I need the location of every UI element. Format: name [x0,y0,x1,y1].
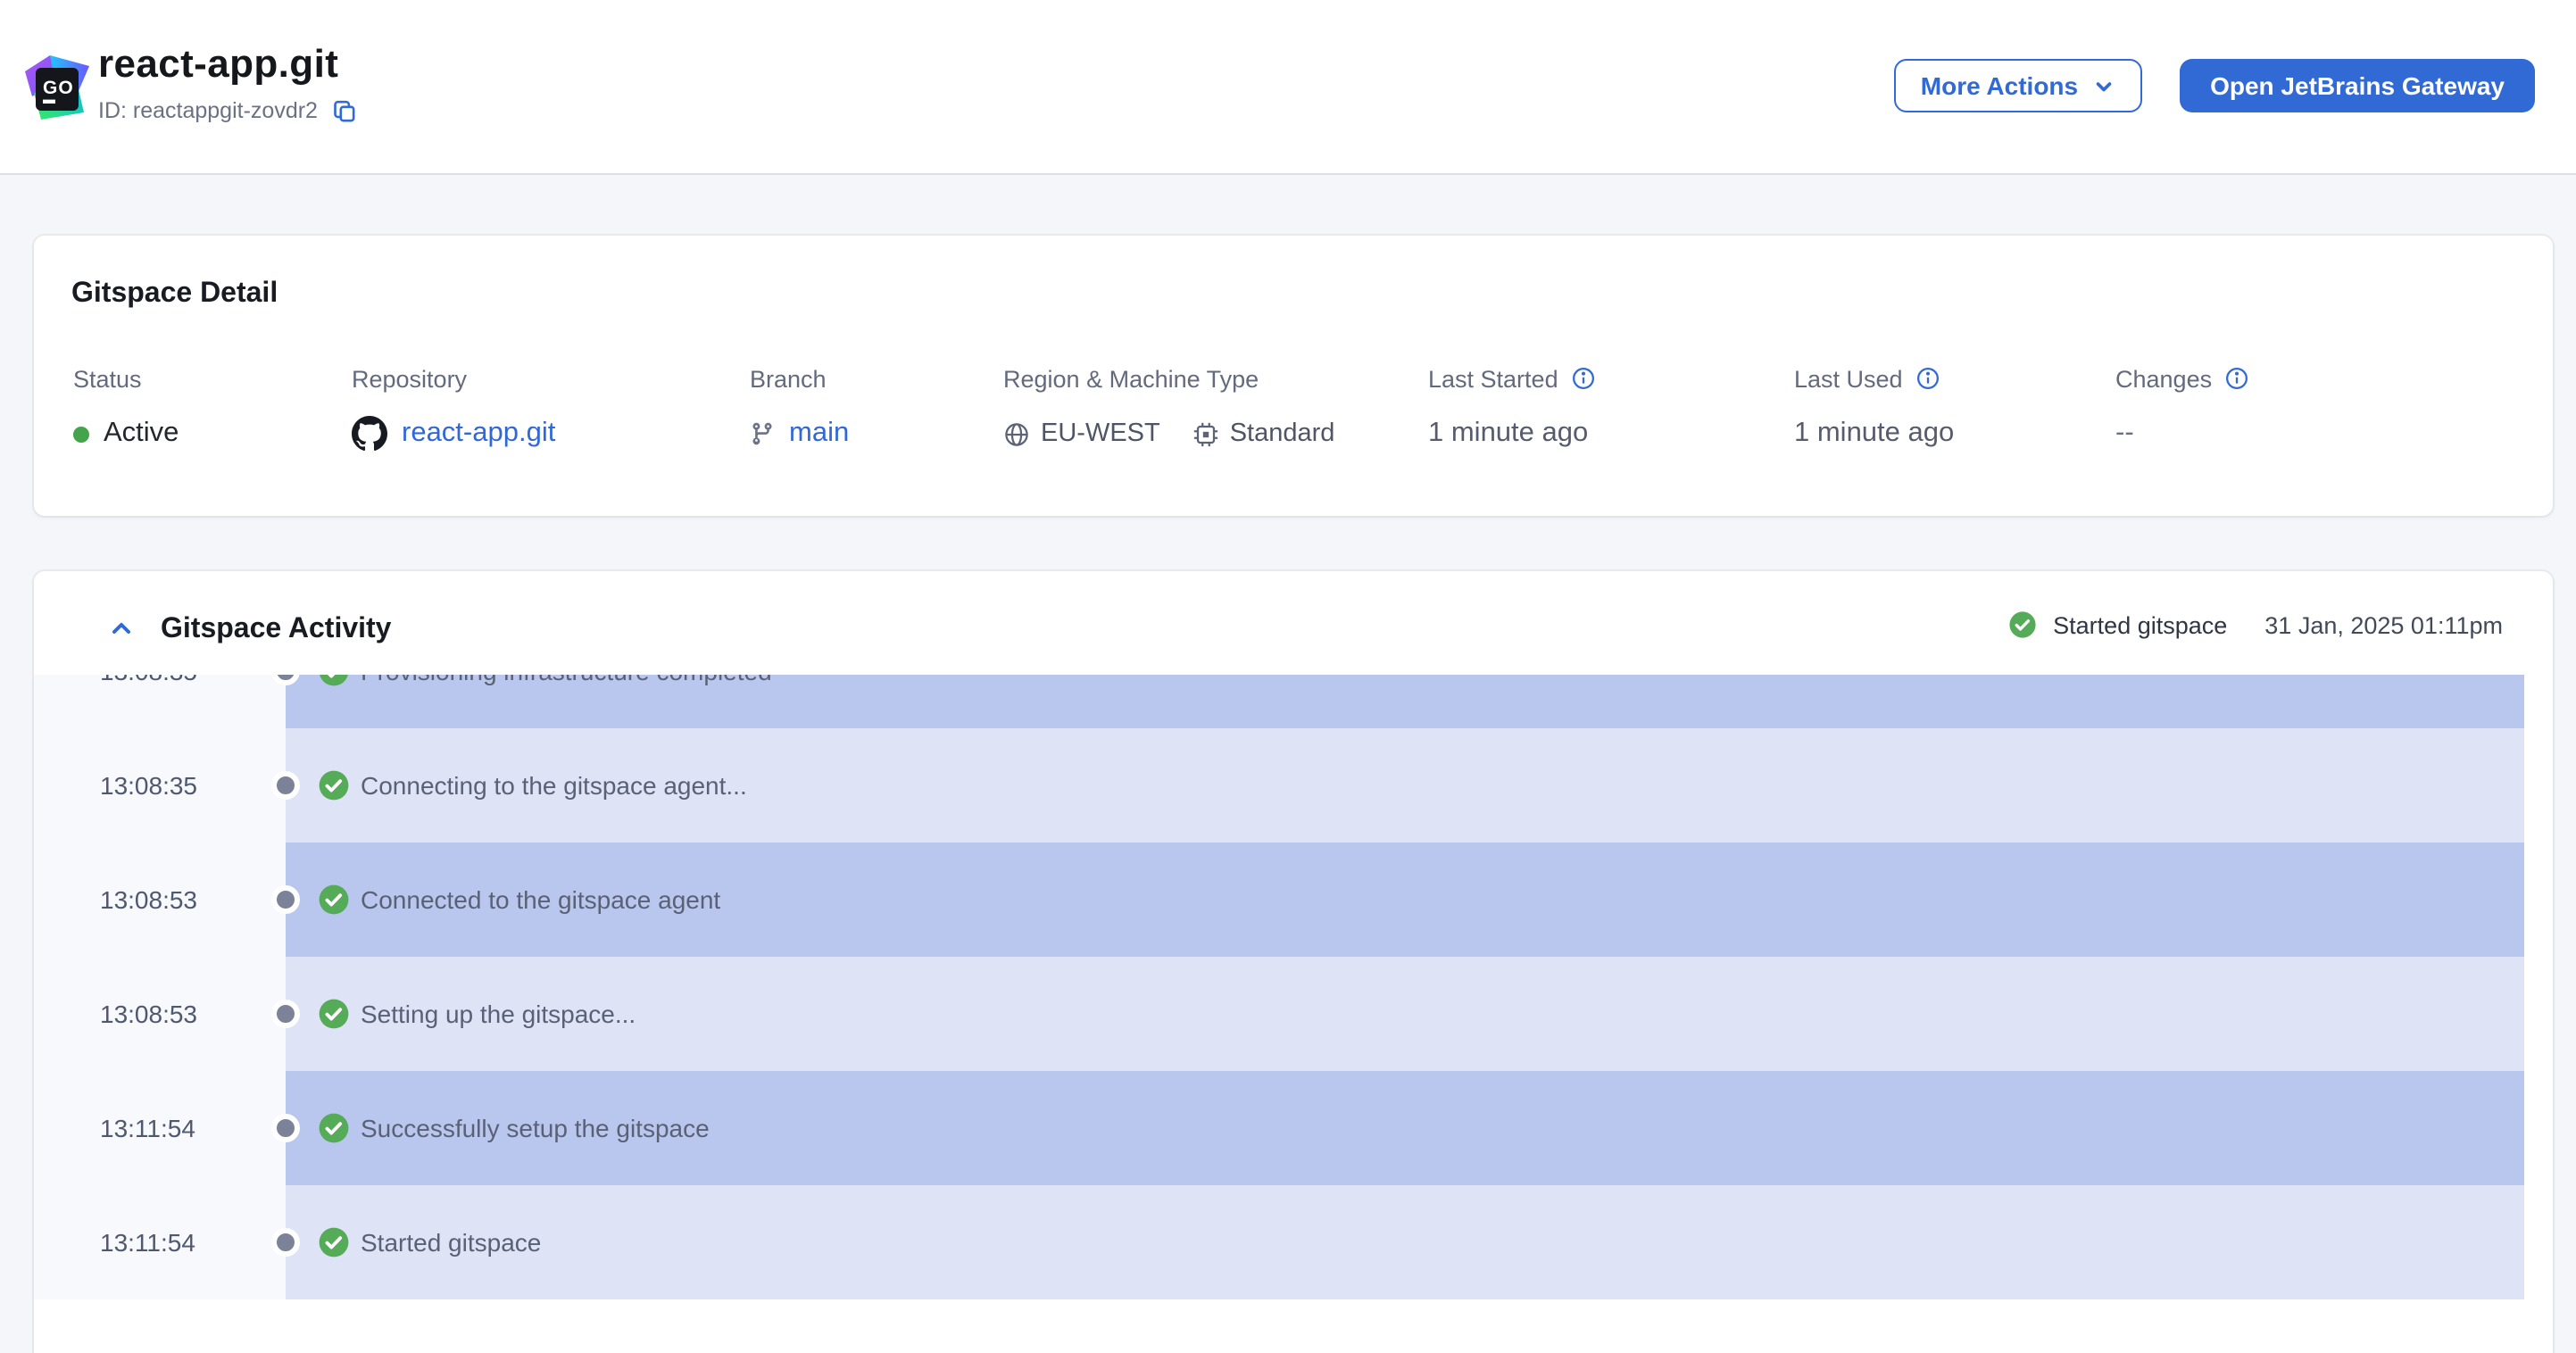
log-timestamp: 13:08:53 [34,843,286,957]
info-icon[interactable] [1571,366,1596,391]
info-icon[interactable] [2224,366,2249,391]
check-circle-icon [318,675,350,687]
branch-label: Branch [750,365,827,392]
gitspace-id: ID: reactappgit-zovdr2 [98,98,318,123]
field-status: Status Active [73,364,352,453]
latest-status-timestamp: 31 Jan, 2025 01:11pm [2264,611,2503,638]
detail-card-title: Gitspace Detail [71,278,278,309]
log-message: Started gitspace [361,1228,542,1257]
check-circle-icon [318,884,350,916]
log-marker-dot [270,1228,299,1257]
log-row: 13:08:53 Setting up the gitspace... [34,957,2553,1071]
activity-header: Gitspace Activity Started gitspace 31 Ja… [34,596,2553,664]
activity-log-list: 13:08:35 Provisioning infrastructure com… [34,675,2553,1299]
detail-fields-row: Status Active Repository react-app.git B… [73,364,2517,453]
field-last-started: Last Started 1 minute ago [1428,364,1794,453]
field-changes: Changes -- [2115,364,2517,453]
activity-latest-status: Started gitspace 31 Jan, 2025 01:11pm [2008,610,2503,639]
last-started-label: Last Started [1428,365,1558,392]
last-started-value: 1 minute ago [1428,418,1589,448]
check-circle-icon [318,1226,350,1258]
more-actions-label: More Actions [1920,71,2079,100]
activity-card-title: Gitspace Activity [161,614,392,644]
log-message: Successfully setup the gitspace [361,1114,710,1142]
chevron-down-icon [2096,81,2112,91]
log-row-stripe: Connecting to the gitspace agent... [270,728,2524,843]
log-message: Setting up the gitspace... [361,1000,636,1028]
log-marker-dot [270,1000,299,1028]
page-title: react-app.git [98,41,339,86]
field-repository: Repository react-app.git [352,364,750,453]
region-value: EU-WEST [1041,419,1160,448]
log-timestamp: 13:08:35 [34,675,286,728]
log-timestamp: 13:11:54 [34,1071,286,1185]
status-value: Active [104,418,179,448]
log-row: 13:08:35 Provisioning infrastructure com… [34,675,2553,728]
open-jetbrains-gateway-button[interactable]: Open JetBrains Gateway [2180,59,2535,112]
check-circle-icon [2008,610,2037,639]
log-row-stripe: Started gitspace [270,1185,2524,1299]
log-marker-dot [270,1114,299,1142]
log-timestamp: 13:08:53 [34,957,286,1071]
log-row-stripe: Setting up the gitspace... [270,957,2524,1071]
activity-log-viewport[interactable]: 13:08:35 Provisioning infrastructure com… [34,675,2553,1299]
git-branch-icon [750,421,775,446]
log-row: 13:11:54 Successfully setup the gitspace [34,1071,2553,1185]
github-icon [352,416,387,452]
field-last-used: Last Used 1 minute ago [1794,364,2115,453]
gitspace-id-row: ID: reactappgit-zovdr2 [98,98,357,123]
goland-logo-icon: GO [23,54,91,121]
latest-status-text: Started gitspace [2053,611,2228,638]
log-message: Provisioning infrastructure completed [361,675,772,685]
log-row: 13:11:54 Started gitspace [34,1185,2553,1299]
log-message: Connecting to the gitspace agent... [361,771,747,800]
log-timestamp: 13:11:54 [34,1185,286,1299]
log-timestamp: 13:08:35 [34,728,286,843]
log-row: 13:08:53 Connected to the gitspace agent [34,843,2553,957]
log-row-stripe: Successfully setup the gitspace [270,1071,2524,1185]
log-row-stripe: Connected to the gitspace agent [270,843,2524,957]
log-marker-dot [270,771,299,800]
machine-type-value: Standard [1229,419,1335,448]
repository-label: Repository [352,365,468,392]
check-circle-icon [318,769,350,801]
page: GO react-app.git ID: reactappgit-zovdr2 … [0,0,2576,1353]
status-active-dot [73,426,89,442]
field-region-machine: Region & Machine Type EU-WEST Standard [1003,364,1428,453]
log-row: 13:08:35 Connecting to the gitspace agen… [34,728,2553,843]
last-used-label: Last Used [1794,365,1903,392]
top-header-bar: GO react-app.git ID: reactappgit-zovdr2 … [0,0,2576,175]
info-icon[interactable] [1915,366,1940,391]
field-branch: Branch main [750,364,1003,453]
changes-label: Changes [2115,365,2213,392]
last-used-value: 1 minute ago [1794,418,1955,448]
gitspace-activity-card: Gitspace Activity Started gitspace 31 Ja… [34,571,2553,1353]
region-machine-label: Region & Machine Type [1003,365,1259,392]
status-label: Status [73,365,142,392]
repository-link[interactable]: react-app.git [402,418,555,450]
header-actions: More Actions Open JetBrains Gateway [1893,59,2535,112]
globe-icon [1003,420,1030,447]
more-actions-button[interactable]: More Actions [1893,59,2143,112]
machine-type-icon [1192,420,1219,447]
svg-text:GO: GO [43,78,74,98]
check-circle-icon [318,1112,350,1144]
gitspace-detail-card: Gitspace Detail Status Active Repository [34,236,2553,516]
log-message: Connected to the gitspace agent [361,885,721,914]
check-circle-icon [318,998,350,1030]
changes-value: -- [2115,418,2134,448]
log-marker-dot [270,885,299,914]
title-block: react-app.git ID: reactappgit-zovdr2 [98,41,357,123]
copy-icon[interactable] [332,98,357,123]
log-row-stripe: Provisioning infrastructure completed [270,675,2524,728]
branch-link[interactable]: main [789,418,849,450]
open-gateway-label: Open JetBrains Gateway [2210,71,2505,100]
chevron-up-icon[interactable] [107,614,136,643]
